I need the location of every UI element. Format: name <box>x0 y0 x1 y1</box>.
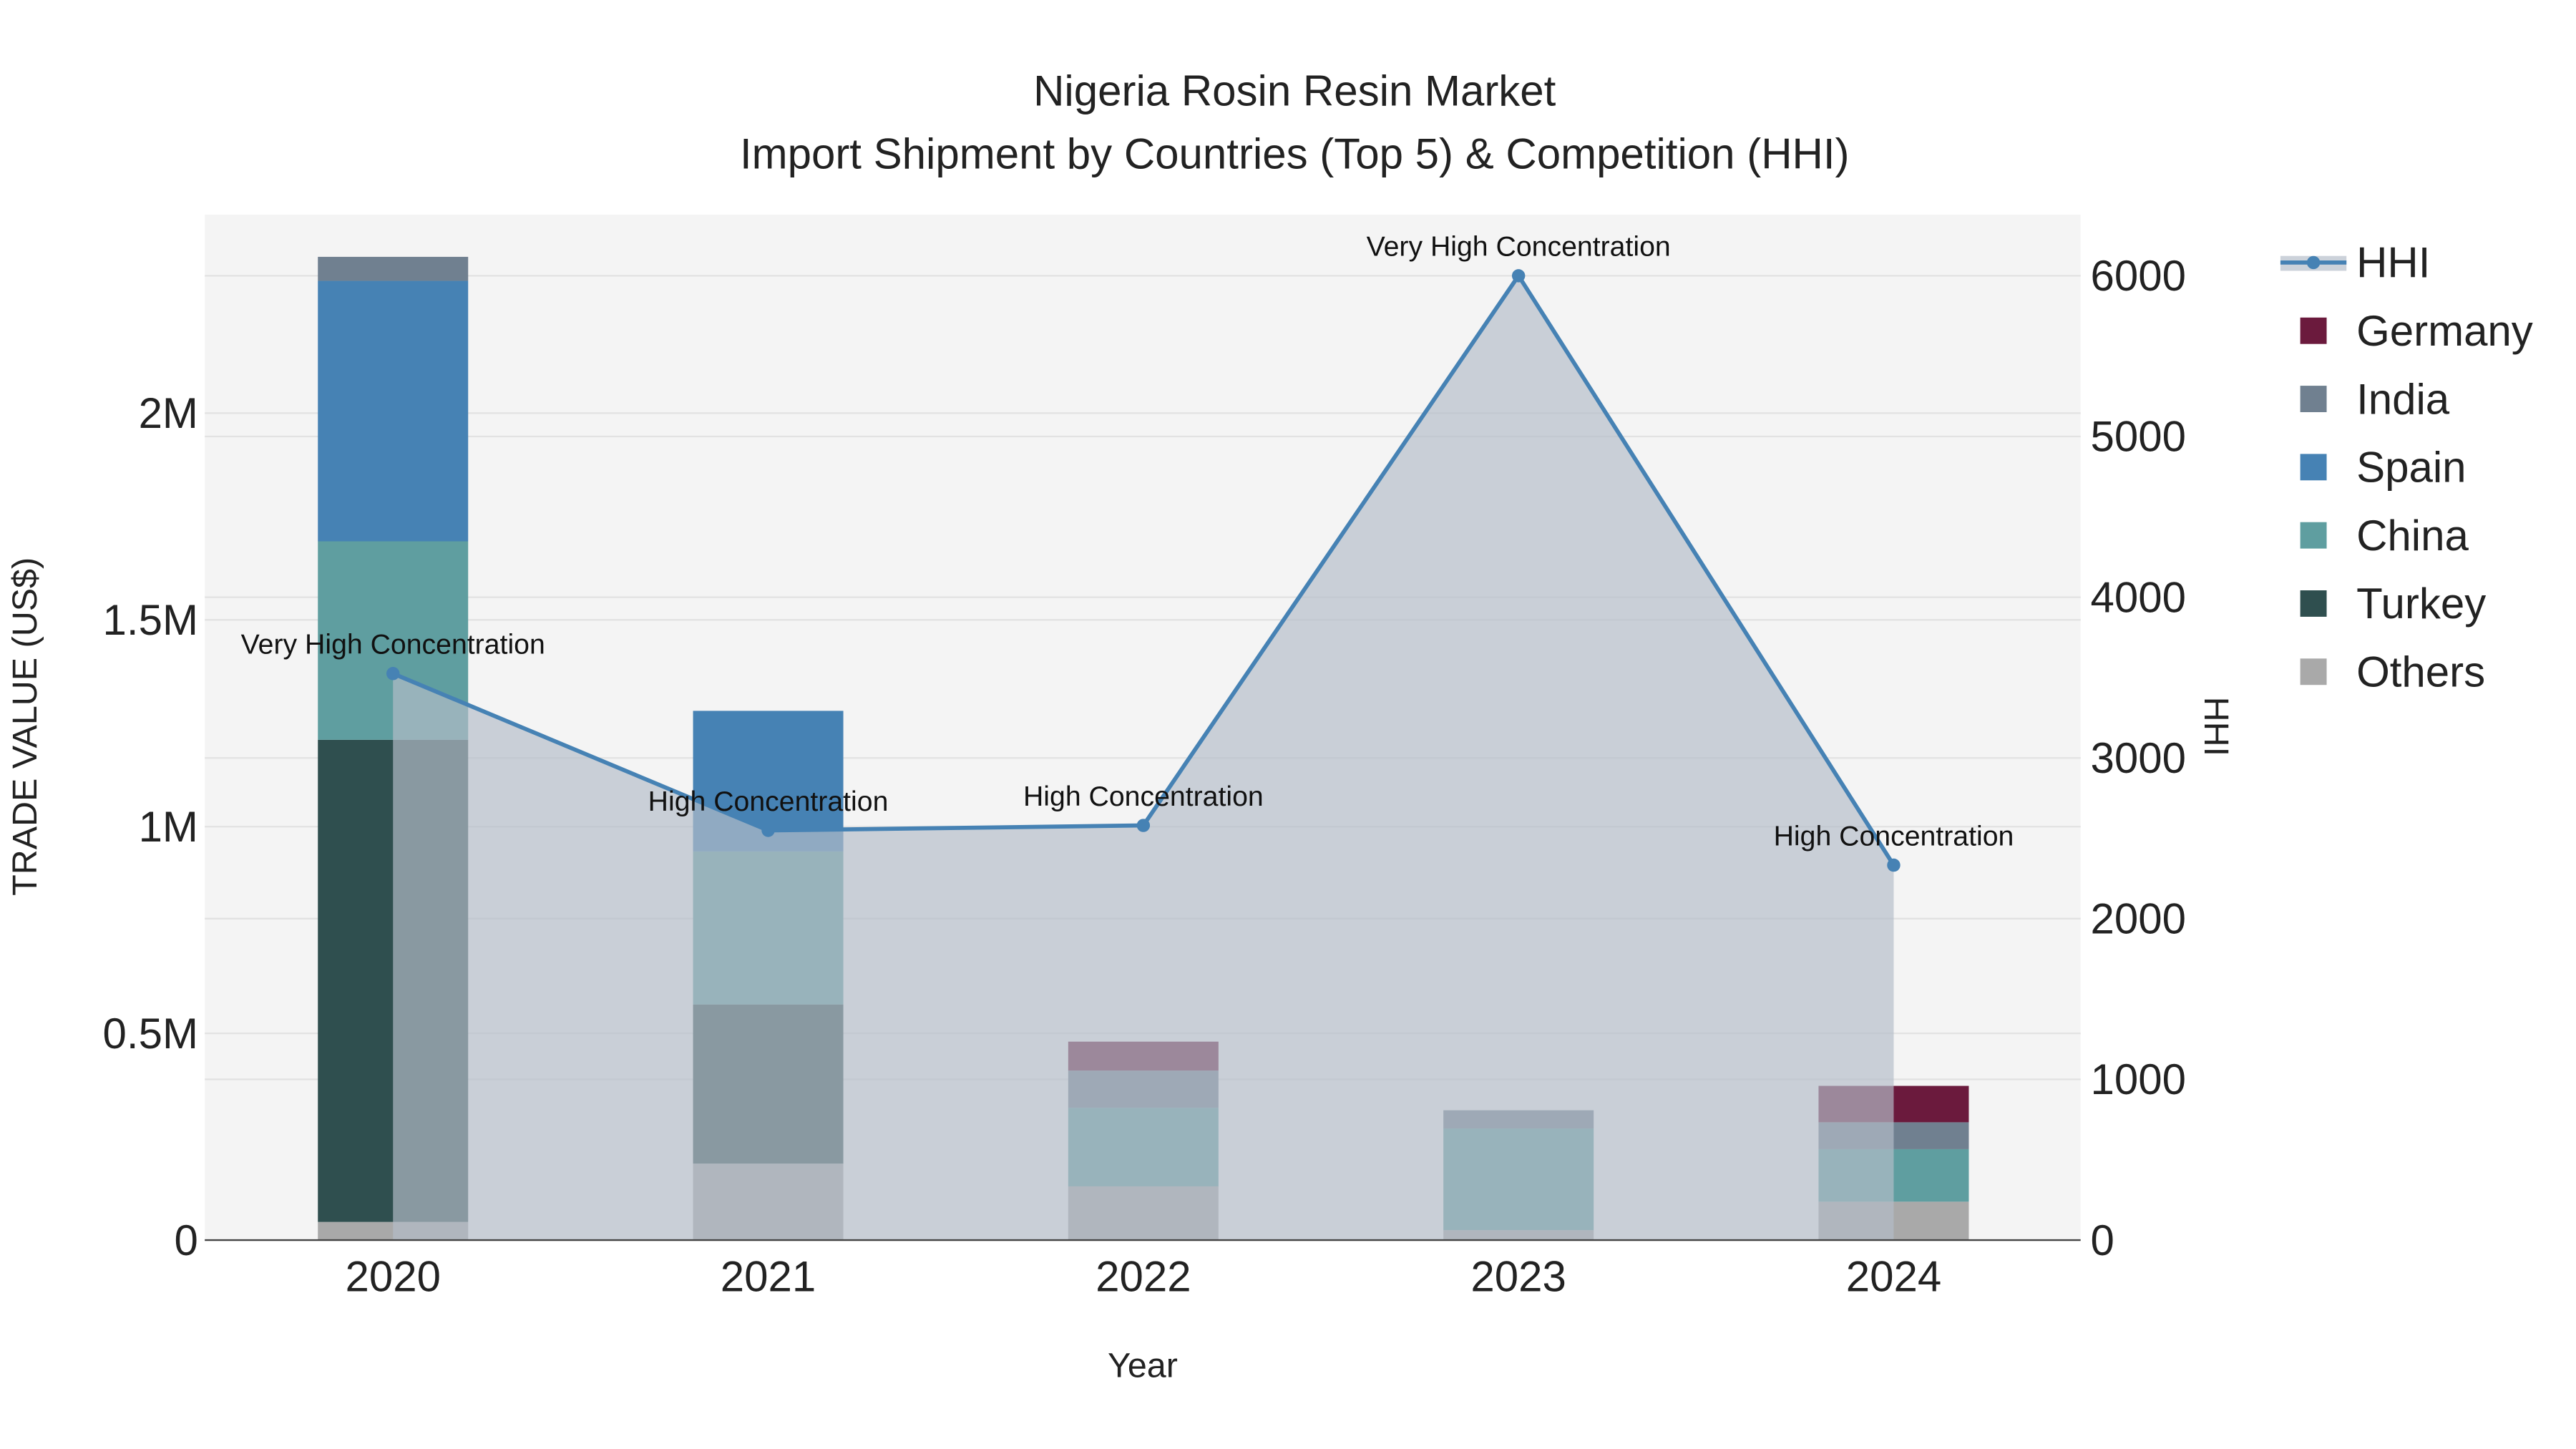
y-tick-label: 2M <box>139 389 198 437</box>
x-axis-label: Year <box>1108 1347 1178 1385</box>
chart-subtitle: Import Shipment by Countries (Top 5) & C… <box>740 130 1850 177</box>
legend-swatch-hhi-marker <box>2306 255 2321 270</box>
legend-label-india: India <box>2356 375 2450 423</box>
bar-india-2020 <box>318 256 469 281</box>
legend-swatch-germany <box>2300 317 2327 344</box>
hhi-annotation: High Concentration <box>1023 781 1264 812</box>
y2-axis-label: HHI <box>2197 697 2235 756</box>
hhi-annotation: High Concentration <box>1774 820 2014 852</box>
chart-title: Nigeria Rosin Resin Market <box>1033 67 1556 115</box>
hhi-point-2023 <box>1511 269 1526 283</box>
y2-tick-label: 4000 <box>2091 573 2186 621</box>
legend-label-china: China <box>2356 512 2469 560</box>
legend-label-spain: Spain <box>2356 444 2466 492</box>
y-axis-label: TRADE VALUE (US$) <box>6 557 44 896</box>
x-tick-label: 2022 <box>1096 1253 1191 1301</box>
y2-tick-label: 1000 <box>2091 1055 2186 1103</box>
y-tick-label: 1M <box>139 803 198 851</box>
legend-label-germany: Germany <box>2356 307 2533 355</box>
y-tick-label: 0 <box>175 1216 198 1264</box>
legend-label-hhi: HHI <box>2356 239 2430 287</box>
x-tick-label: 2021 <box>721 1253 816 1301</box>
legend-label-others: Others <box>2356 648 2485 696</box>
hhi-point-2020 <box>386 667 400 680</box>
legend-swatch-others <box>2300 658 2327 686</box>
y2-tick-label: 0 <box>2091 1216 2114 1264</box>
y2-tick-label: 2000 <box>2091 895 2186 943</box>
y-tick-label: 1.5M <box>103 596 198 644</box>
y-tick-label: 0.5M <box>103 1010 198 1058</box>
hhi-annotation: Very High Concentration <box>1367 231 1671 263</box>
x-tick-label: 2023 <box>1470 1253 1566 1301</box>
y2-tick-label: 6000 <box>2091 252 2186 300</box>
hhi-point-2021 <box>761 824 775 837</box>
legend-label-turkey: Turkey <box>2356 580 2486 628</box>
legend: HHI Germany India Spain China Turkey Others <box>2280 239 2533 696</box>
y2-tick-label: 5000 <box>2091 413 2186 461</box>
legend-swatch-turkey <box>2300 590 2327 617</box>
bar-spain-2020 <box>318 280 469 542</box>
legend-swatch-spain <box>2300 454 2327 481</box>
hhi-point-2022 <box>1136 819 1151 832</box>
hhi-annotation: High Concentration <box>648 786 889 817</box>
hhi-point-2024 <box>1887 858 1901 872</box>
y2-tick-label: 3000 <box>2091 734 2186 782</box>
chart: Nigeria Rosin Resin Market Import Shipme… <box>6 67 2533 1385</box>
x-tick-label: 2024 <box>1846 1253 1941 1301</box>
legend-swatch-india <box>2300 386 2327 412</box>
x-tick-label: 2020 <box>345 1253 440 1301</box>
legend-swatch-china <box>2300 522 2327 549</box>
hhi-annotation: Very High Concentration <box>241 629 545 660</box>
